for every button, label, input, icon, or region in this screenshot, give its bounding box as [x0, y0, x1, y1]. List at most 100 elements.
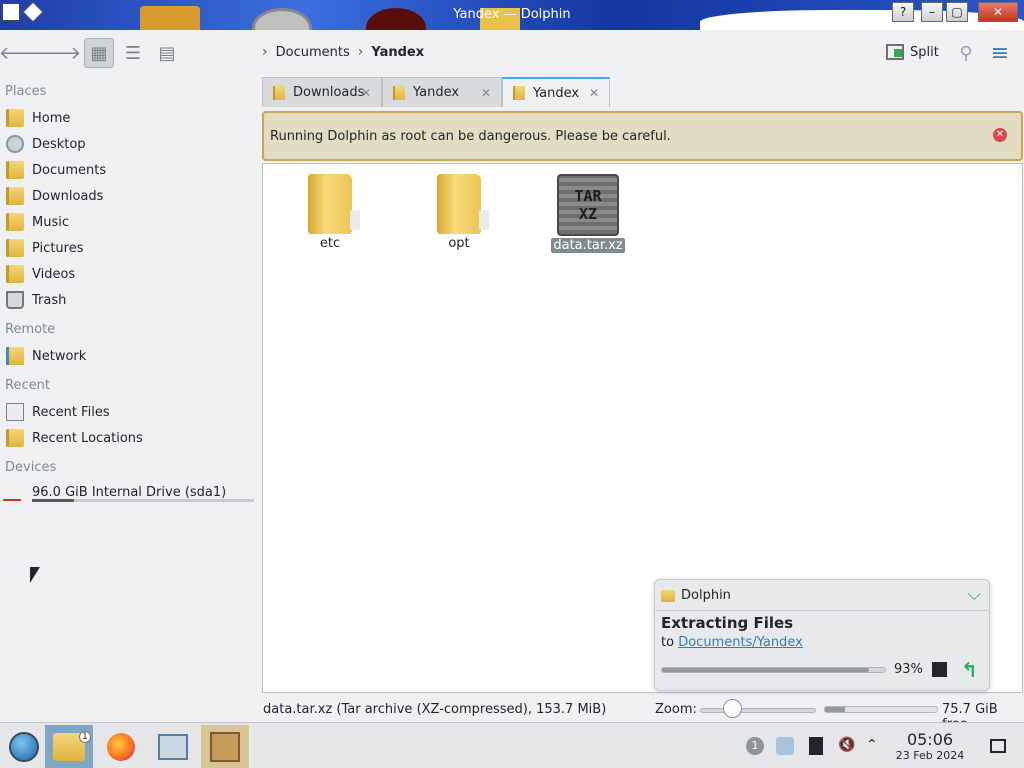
- free-space-bar: [824, 706, 938, 713]
- section-title-recent: Recent: [5, 378, 50, 393]
- close-tab-icon[interactable]: ✕: [361, 86, 371, 100]
- forward-button[interactable]: 🡒: [33, 38, 81, 68]
- archive-icon-text: XZ: [578, 205, 598, 223]
- taskbar-system-settings[interactable]: [149, 725, 197, 768]
- tab-downloads[interactable]: Downloads ✕: [262, 77, 382, 107]
- folder-icon: [393, 85, 405, 100]
- notification-title: Extracting Files: [661, 614, 794, 632]
- dolphin-app-icon: [661, 589, 675, 602]
- job-notification: Dolphin ⌵ Extracting Files to Documents/…: [654, 579, 990, 691]
- notification-app: Dolphin: [661, 588, 731, 603]
- maximize-button[interactable]: ▢: [946, 2, 968, 22]
- destination-link[interactable]: Documents/Yandex: [678, 635, 803, 650]
- file-item-etc[interactable]: etc: [290, 174, 370, 251]
- sidebar-item-recent-locations[interactable]: Recent Locations: [6, 427, 143, 449]
- window-count-badge: 1: [79, 731, 91, 743]
- toolbar: 🡐 🡒 ▦ ☰ ▤ › Documents › Yandex Split ⚲ ≡: [0, 30, 1024, 76]
- file-item-data-tar-xz[interactable]: TAR XZ data.tar.xz: [548, 174, 628, 253]
- sidebar-item-label: Recent Locations: [32, 430, 143, 446]
- volume-muted-icon[interactable]: 🔇: [838, 737, 856, 755]
- breadcrumb: › Documents › Yandex: [262, 44, 424, 60]
- close-button[interactable]: ✕: [978, 2, 1018, 22]
- sidebar-item-documents[interactable]: Documents: [6, 159, 106, 181]
- downloads-folder-icon: [6, 187, 24, 205]
- section-title-places: Places: [5, 84, 47, 99]
- stop-icon[interactable]: [932, 662, 947, 677]
- music-folder-icon: [6, 213, 24, 231]
- taskbar-dolphin[interactable]: 1: [45, 725, 93, 768]
- breadcrumb-item-current[interactable]: Yandex: [371, 45, 424, 60]
- sidebar-item-label: Downloads: [32, 188, 104, 204]
- progress-percent: 93%: [894, 662, 923, 677]
- icons-view-icon: ▦: [90, 42, 108, 64]
- pictures-folder-icon: [6, 239, 24, 257]
- close-tab-icon[interactable]: ✕: [481, 86, 491, 100]
- archive-icon-text: TAR: [574, 187, 602, 205]
- device-notifier-icon[interactable]: [809, 737, 823, 755]
- sidebar-item-downloads[interactable]: Downloads: [6, 185, 103, 207]
- start-menu-button[interactable]: [0, 725, 48, 768]
- sidebar-item-trash[interactable]: Trash: [6, 289, 66, 311]
- details-view-button[interactable]: ▤: [152, 38, 182, 68]
- sidebar-item-recent-files[interactable]: Recent Files: [6, 401, 110, 423]
- clock[interactable]: 05:06 23 Feb 2024: [890, 730, 970, 763]
- sidebar-item-desktop[interactable]: Desktop: [6, 133, 86, 155]
- folder-icon: [437, 174, 489, 234]
- sidebar-item-label: Recent Files: [32, 404, 110, 420]
- notification-destination: to Documents/Yandex: [661, 635, 803, 650]
- folder-icon: [513, 86, 525, 100]
- chevron-right-icon[interactable]: ›: [262, 44, 268, 60]
- notification-count-icon[interactable]: 1: [746, 737, 764, 755]
- icons-view-button[interactable]: ▦: [84, 38, 114, 68]
- places-panel: Places Home Desktop Documents Downloads …: [0, 80, 258, 700]
- sidebar-item-videos[interactable]: Videos: [6, 263, 75, 285]
- drive-usage-fill: [32, 499, 75, 502]
- details-view-icon: ▤: [158, 42, 176, 64]
- extract-progress-fill: [662, 668, 870, 672]
- zoom-slider[interactable]: [700, 708, 816, 713]
- sidebar-item-label: Trash: [32, 292, 67, 308]
- documents-folder-icon: [6, 161, 24, 179]
- taskbar-package-installer[interactable]: [201, 725, 249, 768]
- sidebar-item-music[interactable]: Music: [6, 211, 69, 233]
- file-item-opt[interactable]: opt: [419, 174, 499, 251]
- hard-drive-icon: [2, 483, 28, 501]
- show-desktop-icon[interactable]: [990, 739, 1006, 753]
- tab-label: Yandex: [533, 85, 580, 101]
- search-button[interactable]: ⚲: [951, 38, 981, 68]
- tab-yandex-active[interactable]: Yandex ✕: [502, 77, 610, 107]
- sidebar-item-pictures[interactable]: Pictures: [6, 237, 83, 259]
- file-name: opt: [448, 236, 470, 251]
- firefox-icon: [107, 733, 135, 761]
- sidebar-item-home[interactable]: Home: [6, 107, 70, 129]
- section-title-remote: Remote: [5, 322, 56, 337]
- minimize-button[interactable]: –: [921, 2, 943, 22]
- taskbar-firefox[interactable]: [97, 725, 145, 768]
- file-name: data.tar.xz: [551, 238, 625, 253]
- menu-button[interactable]: ≡: [985, 38, 1015, 68]
- videos-folder-icon: [6, 265, 24, 283]
- clipboard-icon[interactable]: [776, 737, 794, 755]
- help-button[interactable]: ?: [892, 2, 914, 22]
- file-name: etc: [319, 236, 341, 251]
- chevron-up-icon[interactable]: ⌃: [866, 737, 884, 755]
- tab-yandex[interactable]: Yandex ✕: [382, 77, 502, 107]
- section-title-devices: Devices: [5, 460, 57, 475]
- arrow-right-icon: 🡒: [32, 42, 82, 64]
- clock-time: 05:06: [906, 730, 954, 749]
- compact-view-button[interactable]: ☰: [118, 38, 148, 68]
- undo-arrow-icon[interactable]: ↰: [961, 658, 978, 682]
- free-space-fill: [825, 707, 846, 712]
- system-settings-icon: [158, 734, 188, 760]
- sidebar-item-network[interactable]: Network: [6, 345, 86, 367]
- start-menu-icon: [9, 732, 39, 762]
- close-icon[interactable]: ✕: [993, 128, 1007, 142]
- destination-prefix: to: [661, 635, 675, 650]
- sidebar-item-label: 96.0 GiB Internal Drive (sda1): [32, 484, 227, 500]
- zoom-slider-handle[interactable]: [723, 699, 742, 718]
- breadcrumb-item[interactable]: Documents: [276, 45, 350, 60]
- chevron-down-icon[interactable]: ⌵: [967, 584, 981, 605]
- sidebar-item-label: Music: [32, 214, 69, 230]
- split-button[interactable]: Split: [886, 44, 939, 60]
- close-tab-icon[interactable]: ✕: [589, 86, 599, 100]
